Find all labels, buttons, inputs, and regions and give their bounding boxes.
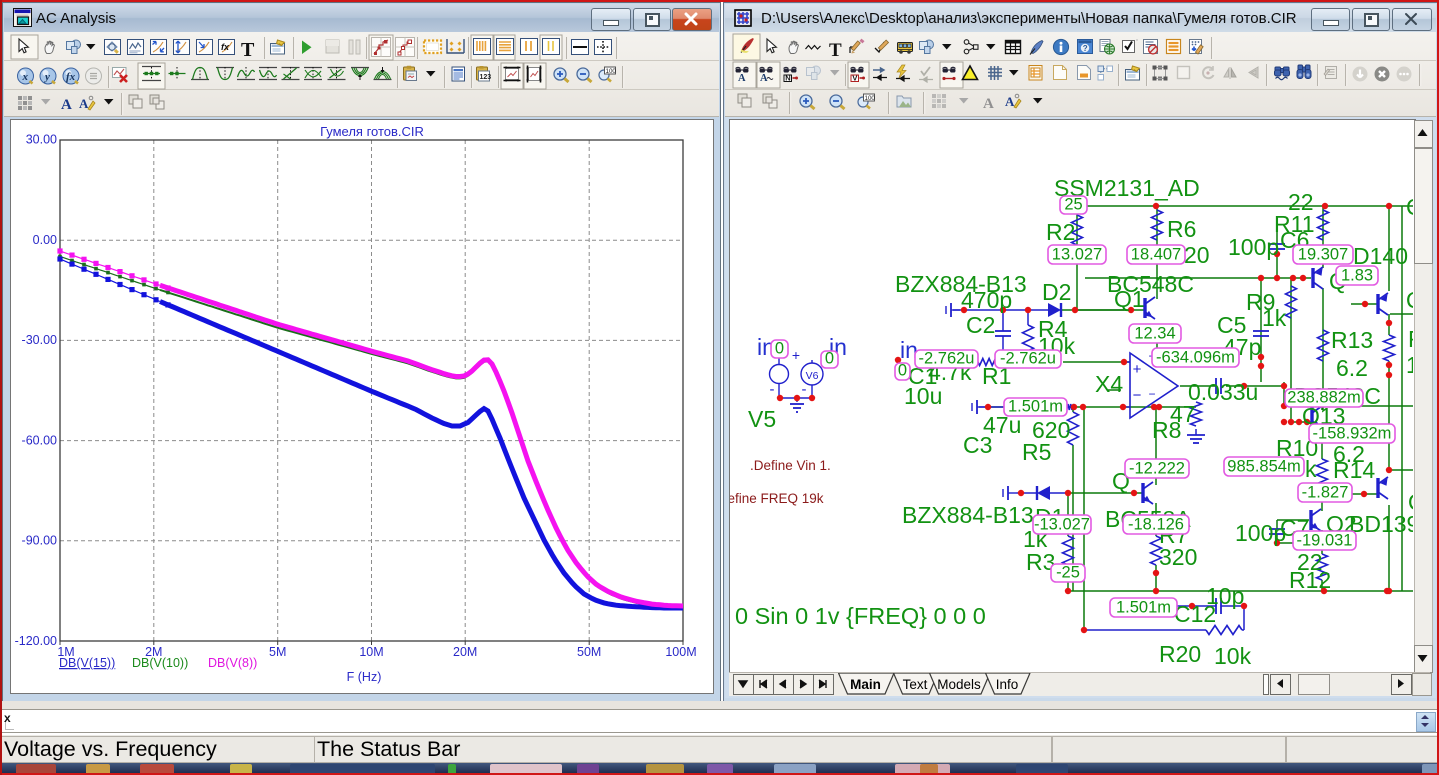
svg-text:0.00: 0.00	[33, 233, 57, 247]
svg-text:-19.031: -19.031	[1297, 532, 1353, 550]
svg-text:R14: R14	[1333, 457, 1375, 483]
svg-text:100p: 100p	[1235, 520, 1286, 546]
svg-text:470p: 470p	[961, 287, 1012, 313]
svg-text:R12: R12	[1289, 567, 1331, 593]
svg-text:.Define Vin 1.: .Define Vin 1.	[750, 458, 831, 473]
svg-text:V5: V5	[748, 406, 776, 432]
svg-text:y: y	[43, 71, 50, 83]
svg-text:Q1: Q1	[1114, 286, 1145, 312]
svg-text:Text: Text	[903, 677, 928, 692]
svg-text:+: +	[792, 347, 800, 363]
svg-text:-12.222: -12.222	[1129, 460, 1185, 478]
svg-text:-: -	[802, 381, 807, 398]
svg-text:+: +	[1133, 361, 1142, 378]
svg-text:-120.00: -120.00	[15, 634, 57, 648]
svg-text:D140: D140	[1353, 243, 1408, 269]
svg-text:-30.00: -30.00	[22, 333, 57, 347]
svg-text:.Define FREQ 19k: .Define FREQ 19k	[730, 491, 824, 506]
svg-text:R5: R5	[1022, 439, 1051, 465]
svg-text:R2: R2	[1046, 219, 1075, 245]
svg-text:100M: 100M	[665, 645, 696, 659]
svg-text:fx: fx	[66, 71, 76, 83]
svg-text:T: T	[829, 40, 842, 61]
svg-text:DB(V(10)): DB(V(10))	[132, 656, 188, 670]
svg-text:30.00: 30.00	[26, 133, 57, 147]
svg-text:320: 320	[1159, 544, 1197, 570]
svg-text:18.407: 18.407	[1131, 246, 1181, 264]
svg-text:Main: Main	[850, 677, 881, 692]
svg-text:10u: 10u	[904, 383, 942, 409]
svg-text:0.033u: 0.033u	[1188, 379, 1258, 405]
svg-text:1.501m: 1.501m	[1008, 398, 1063, 416]
svg-text:A: A	[983, 96, 994, 112]
svg-text:-13.027: -13.027	[1034, 516, 1090, 534]
svg-text:DB(V(8)): DB(V(8))	[208, 656, 257, 670]
svg-text:0 Sin 0 1v {FREQ} 0 0 0: 0 Sin 0 1v {FREQ} 0 0 0	[735, 603, 986, 629]
svg-text:R6: R6	[1167, 216, 1196, 242]
svg-text:5M: 5M	[269, 645, 286, 659]
svg-text:6.2: 6.2	[1336, 355, 1368, 381]
svg-text:-634.096m: -634.096m	[1156, 349, 1235, 367]
svg-text:T: T	[241, 39, 255, 61]
svg-text:1.501m: 1.501m	[1116, 599, 1171, 617]
svg-text:-1.827: -1.827	[1302, 484, 1349, 502]
svg-text:Q: Q	[1408, 489, 1413, 515]
svg-text:D2: D2	[1042, 279, 1071, 305]
svg-text:10p: 10p	[1206, 583, 1244, 609]
svg-text:0: 0	[898, 362, 907, 380]
svg-text:R: R	[1408, 326, 1413, 352]
svg-text:C3: C3	[963, 432, 992, 458]
svg-text:10k: 10k	[1214, 643, 1252, 669]
svg-text:-18.126: -18.126	[1128, 516, 1184, 534]
svg-text:10M: 10M	[359, 645, 383, 659]
svg-text:Гумеля готов.CIR: Гумеля готов.CIR	[320, 124, 424, 139]
svg-text:Q: Q	[1406, 287, 1413, 313]
svg-text:−: −	[1148, 387, 1155, 401]
svg-text:19.307: 19.307	[1298, 246, 1348, 264]
svg-text:A: A	[61, 97, 72, 113]
svg-text:-2.762u: -2.762u	[1000, 350, 1056, 368]
svg-text:100p: 100p	[1228, 234, 1279, 260]
svg-text:-2.762u: -2.762u	[919, 350, 975, 368]
svg-text:V6: V6	[806, 370, 819, 382]
svg-text:R20: R20	[1159, 641, 1201, 667]
svg-text:50M: 50M	[577, 645, 601, 659]
svg-text:12.34: 12.34	[1134, 325, 1175, 343]
svg-text:R8: R8	[1152, 417, 1181, 443]
svg-text:985.854m: 985.854m	[1227, 458, 1300, 476]
svg-text:-: -	[770, 381, 775, 398]
svg-text:Info: Info	[996, 677, 1019, 692]
svg-text:BZX884-B13: BZX884-B13	[902, 502, 1034, 528]
svg-text:1.83: 1.83	[1341, 267, 1373, 285]
svg-text:0: 0	[775, 340, 784, 358]
svg-text:1k: 1k	[1262, 305, 1287, 331]
svg-text:25: 25	[1064, 196, 1082, 214]
svg-text:20M: 20M	[453, 645, 477, 659]
svg-text:13.027: 13.027	[1052, 246, 1102, 264]
svg-text:0: 0	[825, 350, 834, 368]
svg-text:-90.00: -90.00	[22, 534, 57, 548]
svg-text:238.882m: 238.882m	[1287, 389, 1360, 407]
svg-text:1.: 1.	[1406, 352, 1413, 378]
svg-text:20: 20	[1184, 242, 1210, 268]
svg-text:Models: Models	[937, 677, 981, 692]
svg-text:x: x	[22, 71, 29, 83]
svg-text:DB(V(15)): DB(V(15))	[59, 656, 115, 670]
svg-text:C: C	[1406, 194, 1413, 220]
svg-text:X4: X4	[1095, 371, 1123, 397]
svg-text:R13: R13	[1331, 327, 1373, 353]
svg-text:−: −	[1133, 387, 1142, 404]
svg-text:-158.932m: -158.932m	[1313, 425, 1392, 443]
svg-text:k: k	[1305, 456, 1317, 482]
svg-text:BD139: BD139	[1349, 511, 1413, 537]
svg-text:F (Hz): F (Hz)	[347, 670, 382, 684]
svg-text:C2: C2	[966, 312, 995, 338]
svg-text:-25: -25	[1056, 564, 1080, 582]
svg-text:-60.00: -60.00	[22, 433, 57, 447]
